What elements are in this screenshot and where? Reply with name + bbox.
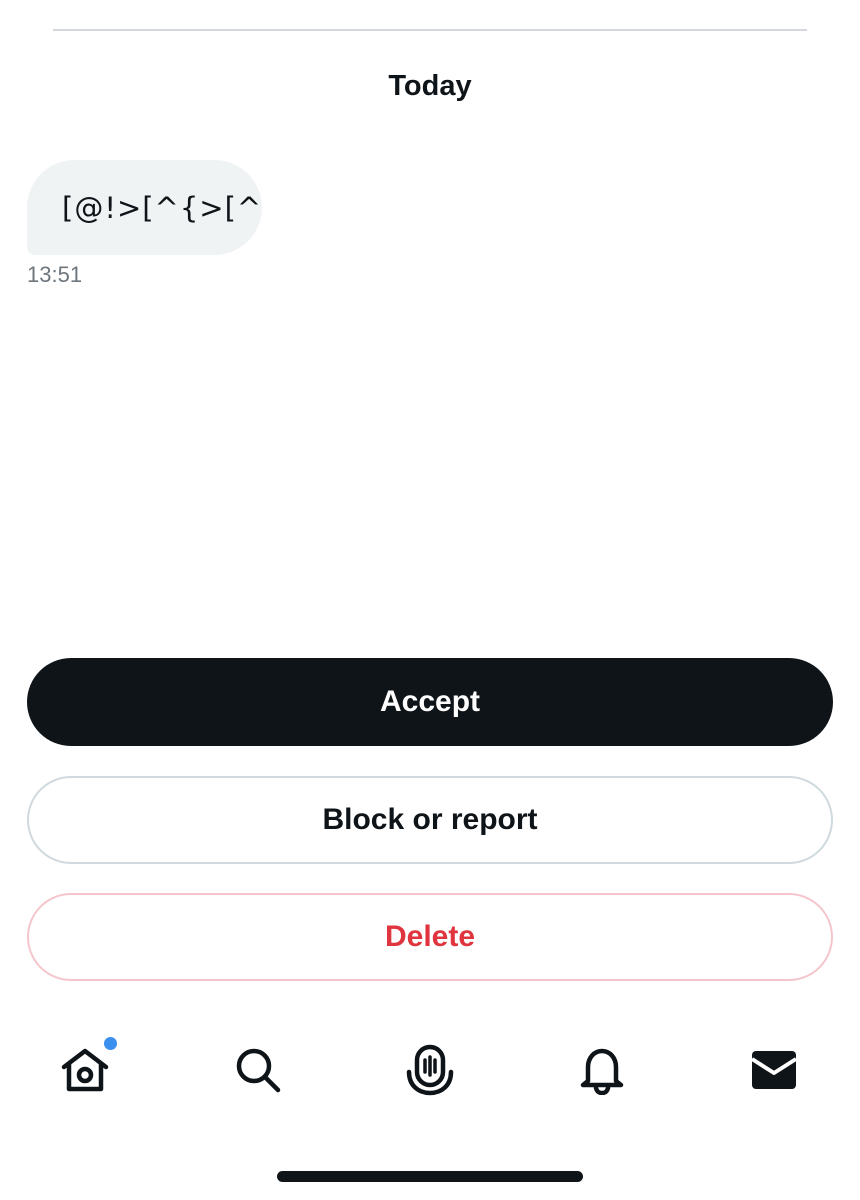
block-or-report-button[interactable]: Block or report: [27, 776, 833, 864]
message-bubble[interactable]: [@!>[^{>[^: [27, 160, 262, 255]
bell-icon: [579, 1045, 625, 1095]
bottom-tab-bar: [0, 1030, 860, 1120]
tab-spaces[interactable]: [390, 1030, 470, 1110]
date-separator: Today: [388, 70, 472, 102]
home-icon: [59, 1046, 111, 1094]
message-timestamp: 13:51: [27, 262, 83, 287]
accept-button[interactable]: Accept: [27, 658, 833, 746]
home-indicator[interactable]: [277, 1171, 583, 1182]
search-icon: [234, 1046, 282, 1094]
tab-notifications[interactable]: [562, 1030, 642, 1110]
tab-search[interactable]: [218, 1030, 298, 1110]
spaces-microphone-icon: [405, 1044, 455, 1096]
tab-home[interactable]: [45, 1030, 125, 1110]
tab-messages[interactable]: [734, 1030, 814, 1110]
top-divider: [53, 29, 807, 31]
notification-dot: [104, 1037, 117, 1050]
envelope-icon: [750, 1049, 798, 1091]
message-text: [@!>[^{>[^: [62, 190, 263, 225]
delete-button[interactable]: Delete: [27, 893, 833, 981]
